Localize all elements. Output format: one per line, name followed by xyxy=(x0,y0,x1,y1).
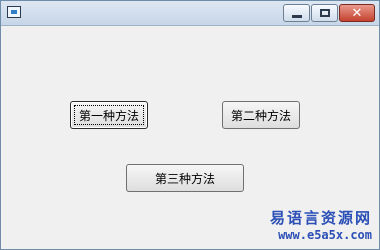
method-3-button[interactable]: 第三种方法 xyxy=(126,164,244,192)
method-2-label: 第二种方法 xyxy=(230,108,291,123)
minimize-icon xyxy=(291,14,302,18)
title-bar[interactable]: ✕ xyxy=(1,1,379,26)
watermark-site-name: 易语言资源网 xyxy=(269,209,372,227)
close-button[interactable]: ✕ xyxy=(339,4,375,22)
method-2-button[interactable]: 第二种方法 xyxy=(222,101,300,129)
watermark: 易语言资源网 www.e5a5x.com xyxy=(270,207,372,242)
minimize-button[interactable] xyxy=(283,4,310,22)
method-1-button[interactable]: 第一种方法 xyxy=(70,101,148,129)
method-3-label: 第三种方法 xyxy=(154,171,215,186)
app-icon[interactable] xyxy=(7,6,21,18)
maximize-icon xyxy=(319,9,330,17)
watermark-url: www.e5a5x.com xyxy=(278,228,372,242)
focus-ring xyxy=(74,105,144,125)
close-icon: ✕ xyxy=(351,5,363,21)
maximize-button[interactable] xyxy=(311,4,338,22)
